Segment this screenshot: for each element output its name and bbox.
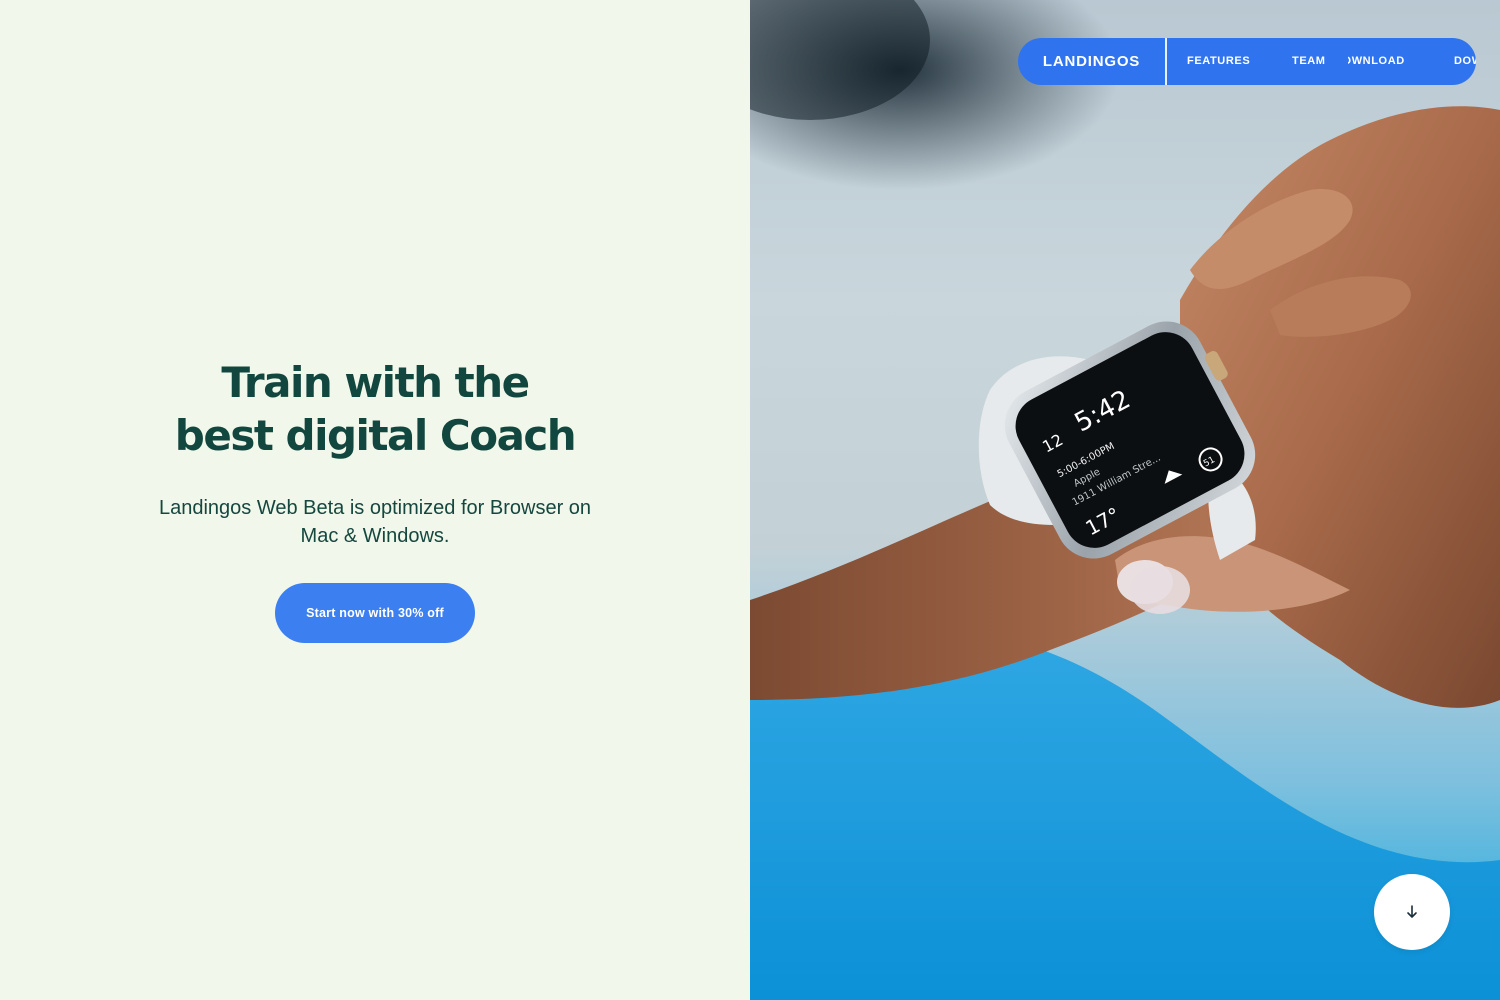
hero-subtitle: Landingos Web Beta is optimized for Brow… [158,497,592,547]
nav-link-download-overflow: DOWNLOAD [1454,38,1476,85]
start-now-button[interactable]: Start now with 30% off [275,583,475,643]
hero-title-line1: Train with the [221,358,530,407]
brand-logo[interactable]: LANDINGOS [1018,38,1165,85]
hero-section: Train with the best digital Coach Landin… [0,0,750,1000]
nav-link-download[interactable]: DOWNLOAD [1348,38,1405,85]
hero-title: Train with the best digital Coach [0,356,750,462]
top-navigation: LANDINGOS FEATURES TEAM DOWNLOAD DOWNLOA… [1018,38,1476,85]
arrow-down-icon [1407,905,1417,918]
nav-divider [1165,38,1167,85]
nav-link-download-duplicate[interactable]: DOWNLOAD [1454,38,1476,85]
hero-title-line2: best digital Coach [174,411,577,460]
nav-link-features[interactable]: FEATURES [1187,38,1250,85]
nav-link-download-clip: DOWNLOAD [1348,38,1428,85]
nav-link-team[interactable]: TEAM [1292,38,1326,85]
smartwatch-photo: 5:42 12 5:00-6:00PM Apple 1911 William S… [750,0,1500,1000]
scroll-down-button[interactable] [1374,874,1450,950]
hero-photo: 5:42 12 5:00-6:00PM Apple 1911 William S… [750,0,1500,1000]
